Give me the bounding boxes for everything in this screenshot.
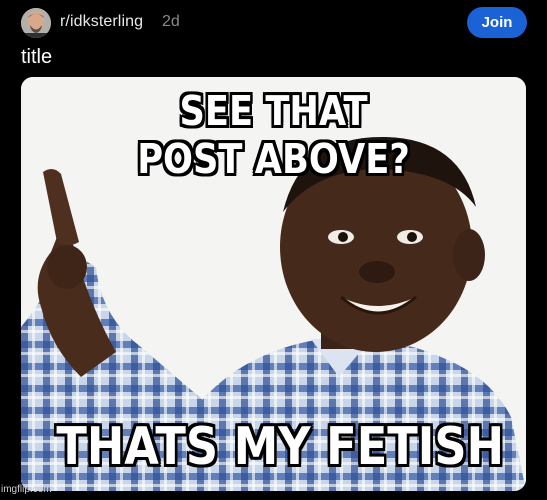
- subreddit-avatar[interactable]: [21, 8, 51, 38]
- post-age: 2d: [162, 13, 180, 30]
- caption-bottom: THATS MY FETISH: [56, 417, 505, 477]
- caption-top-line1: SEE THAT: [179, 87, 368, 135]
- join-button[interactable]: Join: [467, 7, 527, 38]
- subreddit-name[interactable]: r/idksterling: [60, 13, 143, 31]
- avatar-icon: [21, 8, 51, 38]
- caption-top-line2: POST ABOVE?: [137, 135, 410, 183]
- post-image[interactable]: SEE THAT POST ABOVE? THATS MY FETISH: [21, 77, 526, 491]
- imgflip-watermark: imgflip.com: [1, 484, 52, 495]
- post-header: r/idksterling 2d Join: [0, 0, 547, 44]
- post-title[interactable]: title: [21, 46, 52, 69]
